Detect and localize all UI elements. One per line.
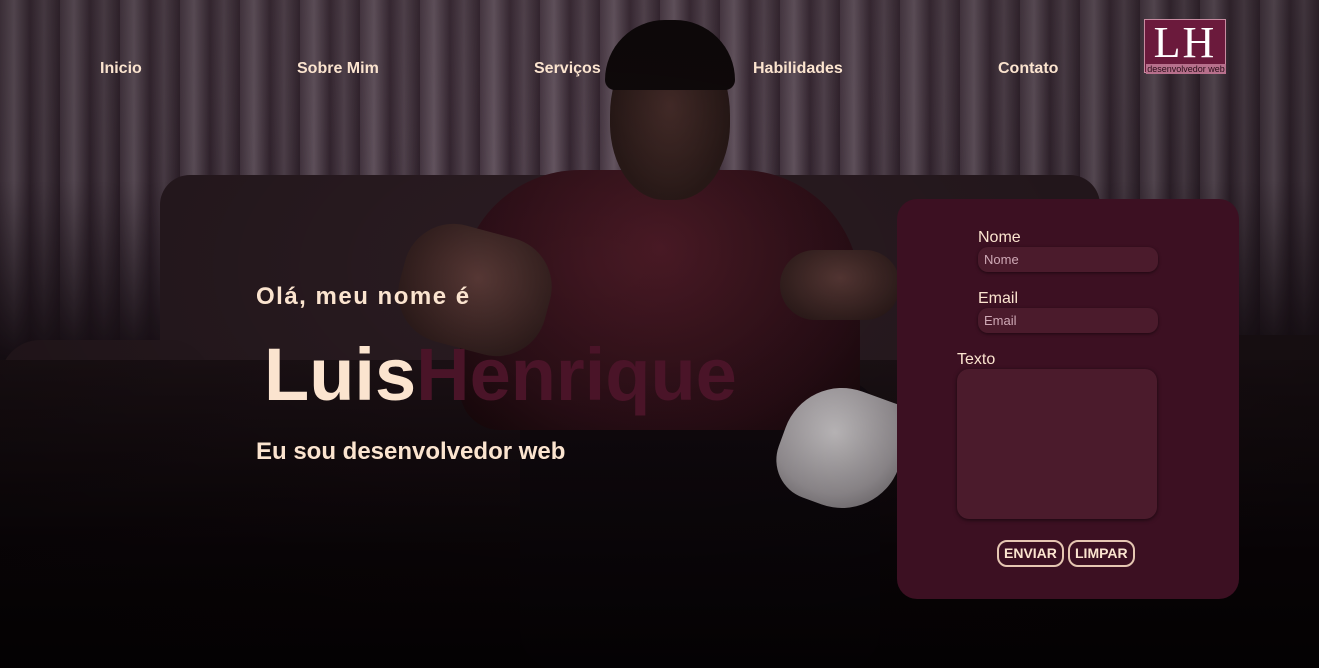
hero-first-name: Luis <box>264 333 417 416</box>
email-label: Email <box>978 290 1019 307</box>
hero-greeting: Olá, meu nome é <box>256 283 471 310</box>
logo-subtitle: desenvolvedor web <box>1146 64 1226 74</box>
nav-link-sobre-mim[interactable]: Sobre Mim <box>297 60 379 78</box>
contact-form: Nome Email Texto ENVIAR LIMPAR <box>897 199 1239 599</box>
hero-name: LuisHenrique <box>264 335 737 415</box>
email-input[interactable] <box>978 308 1158 333</box>
nav-link-servicos[interactable]: Serviços <box>534 60 601 78</box>
logo-mark: LH <box>1153 18 1217 67</box>
hero-last-name: Henrique <box>416 333 737 416</box>
logo[interactable]: LH desenvolvedor web <box>1144 18 1226 74</box>
nav-link-habilidades[interactable]: Habilidades <box>753 60 843 78</box>
clear-button[interactable]: LIMPAR <box>1068 540 1135 567</box>
name-input[interactable] <box>978 247 1158 272</box>
text-label: Texto <box>957 351 996 368</box>
hero-role: Eu sou desenvolvedor web <box>256 438 566 465</box>
main-nav: Inicio Sobre Mim Serviços Habilidades Co… <box>0 0 1319 130</box>
submit-button[interactable]: ENVIAR <box>997 540 1064 567</box>
nav-link-contato[interactable]: Contato <box>998 60 1058 78</box>
message-textarea[interactable] <box>957 369 1157 519</box>
nav-link-inicio[interactable]: Inicio <box>100 60 142 78</box>
name-label: Nome <box>978 229 1021 246</box>
